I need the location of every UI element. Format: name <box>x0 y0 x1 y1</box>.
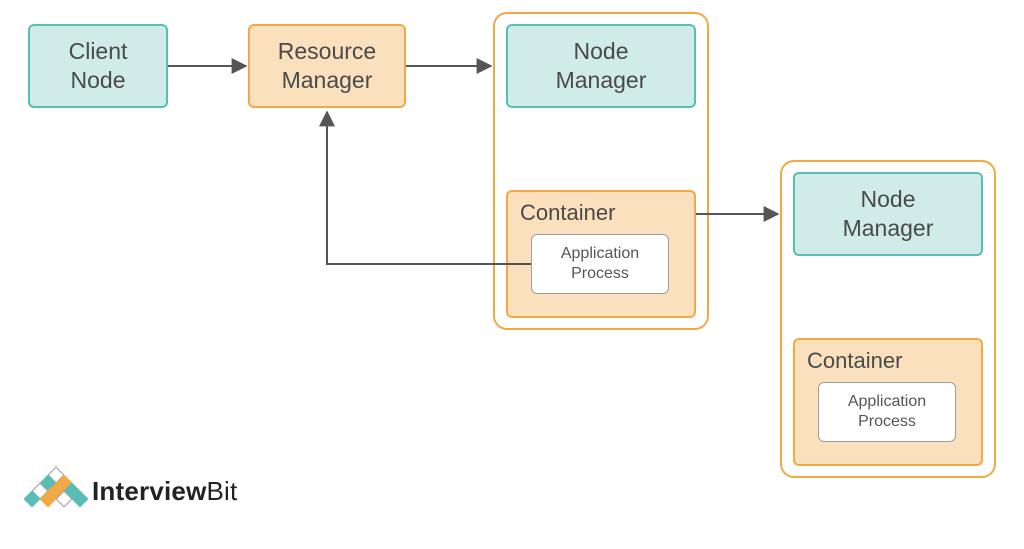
application-process-1-box: Application Process <box>531 234 669 294</box>
node-manager-1-label: Node Manager <box>556 37 647 95</box>
application-process-2-box: Application Process <box>818 382 956 442</box>
application-process-1-label: Application Process <box>561 244 639 284</box>
logo-text-bold: Interview <box>92 476 207 506</box>
logo-text: InterviewBit <box>92 476 237 507</box>
node-manager-2-box: Node Manager <box>793 172 983 256</box>
container-2-label-wrap: Container <box>807 346 967 376</box>
node-manager-1-box: Node Manager <box>506 24 696 108</box>
application-process-2-label: Application Process <box>848 392 926 432</box>
interviewbit-logo: InterviewBit <box>30 469 237 513</box>
node-manager-2-label: Node Manager <box>843 185 934 243</box>
client-node-label: Client Node <box>69 37 128 95</box>
logo-text-light: Bit <box>207 476 238 506</box>
container-1-label-wrap: Container <box>520 198 680 228</box>
container-1-label: Container <box>520 199 615 227</box>
container-2-label: Container <box>807 347 902 375</box>
logo-icon <box>30 469 84 513</box>
resource-manager-label: Resource Manager <box>278 37 376 95</box>
client-node-box: Client Node <box>28 24 168 108</box>
resource-manager-box: Resource Manager <box>248 24 406 108</box>
